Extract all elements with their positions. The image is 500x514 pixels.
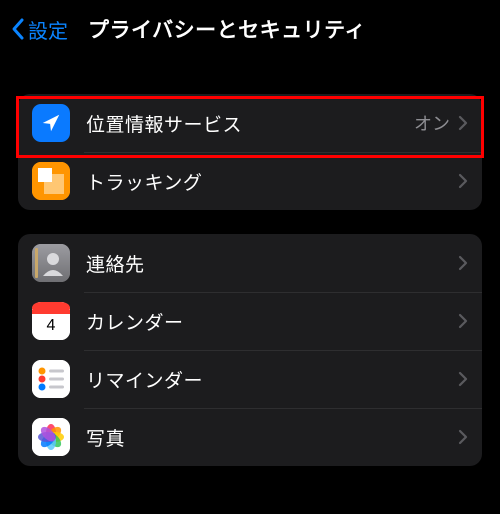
row-photos[interactable]: 写真 [18, 408, 482, 466]
back-button[interactable]: 設定 [10, 15, 68, 44]
back-label: 設定 [28, 15, 68, 44]
row-location-services[interactable]: 位置情報サービス オン [18, 94, 482, 152]
chevron-right-icon [458, 429, 468, 445]
calendar-icon: 4 [32, 302, 70, 340]
row-label: カレンダー [86, 308, 458, 335]
chevron-right-icon [458, 371, 468, 387]
row-label: トラッキング [86, 168, 458, 195]
row-status: オン [414, 110, 450, 136]
row-calendar[interactable]: 4 カレンダー [18, 292, 482, 350]
row-label: リマインダー [86, 366, 458, 393]
page-title: プライバシーとセキュリティ [88, 14, 366, 44]
row-tracking[interactable]: トラッキング [18, 152, 482, 210]
row-label: 連絡先 [86, 250, 458, 277]
chevron-right-icon [458, 313, 468, 329]
row-label: 写真 [86, 424, 458, 451]
photos-icon [32, 418, 70, 456]
chevron-left-icon [10, 17, 26, 41]
settings-group-1: 位置情報サービス オン トラッキング [18, 94, 482, 210]
row-label: 位置情報サービス [86, 110, 414, 137]
tracking-icon [32, 162, 70, 200]
row-reminders[interactable]: リマインダー [18, 350, 482, 408]
location-arrow-icon [32, 104, 70, 142]
chevron-right-icon [458, 173, 468, 189]
chevron-right-icon [458, 255, 468, 271]
nav-header: 設定 プライバシーとセキュリティ [0, 0, 500, 62]
chevron-right-icon [458, 115, 468, 131]
svg-text:4: 4 [47, 317, 56, 334]
reminders-icon [32, 360, 70, 398]
contacts-icon [32, 244, 70, 282]
row-contacts[interactable]: 連絡先 [18, 234, 482, 292]
settings-group-2: 連絡先 4 カレンダー リマインダー [18, 234, 482, 466]
